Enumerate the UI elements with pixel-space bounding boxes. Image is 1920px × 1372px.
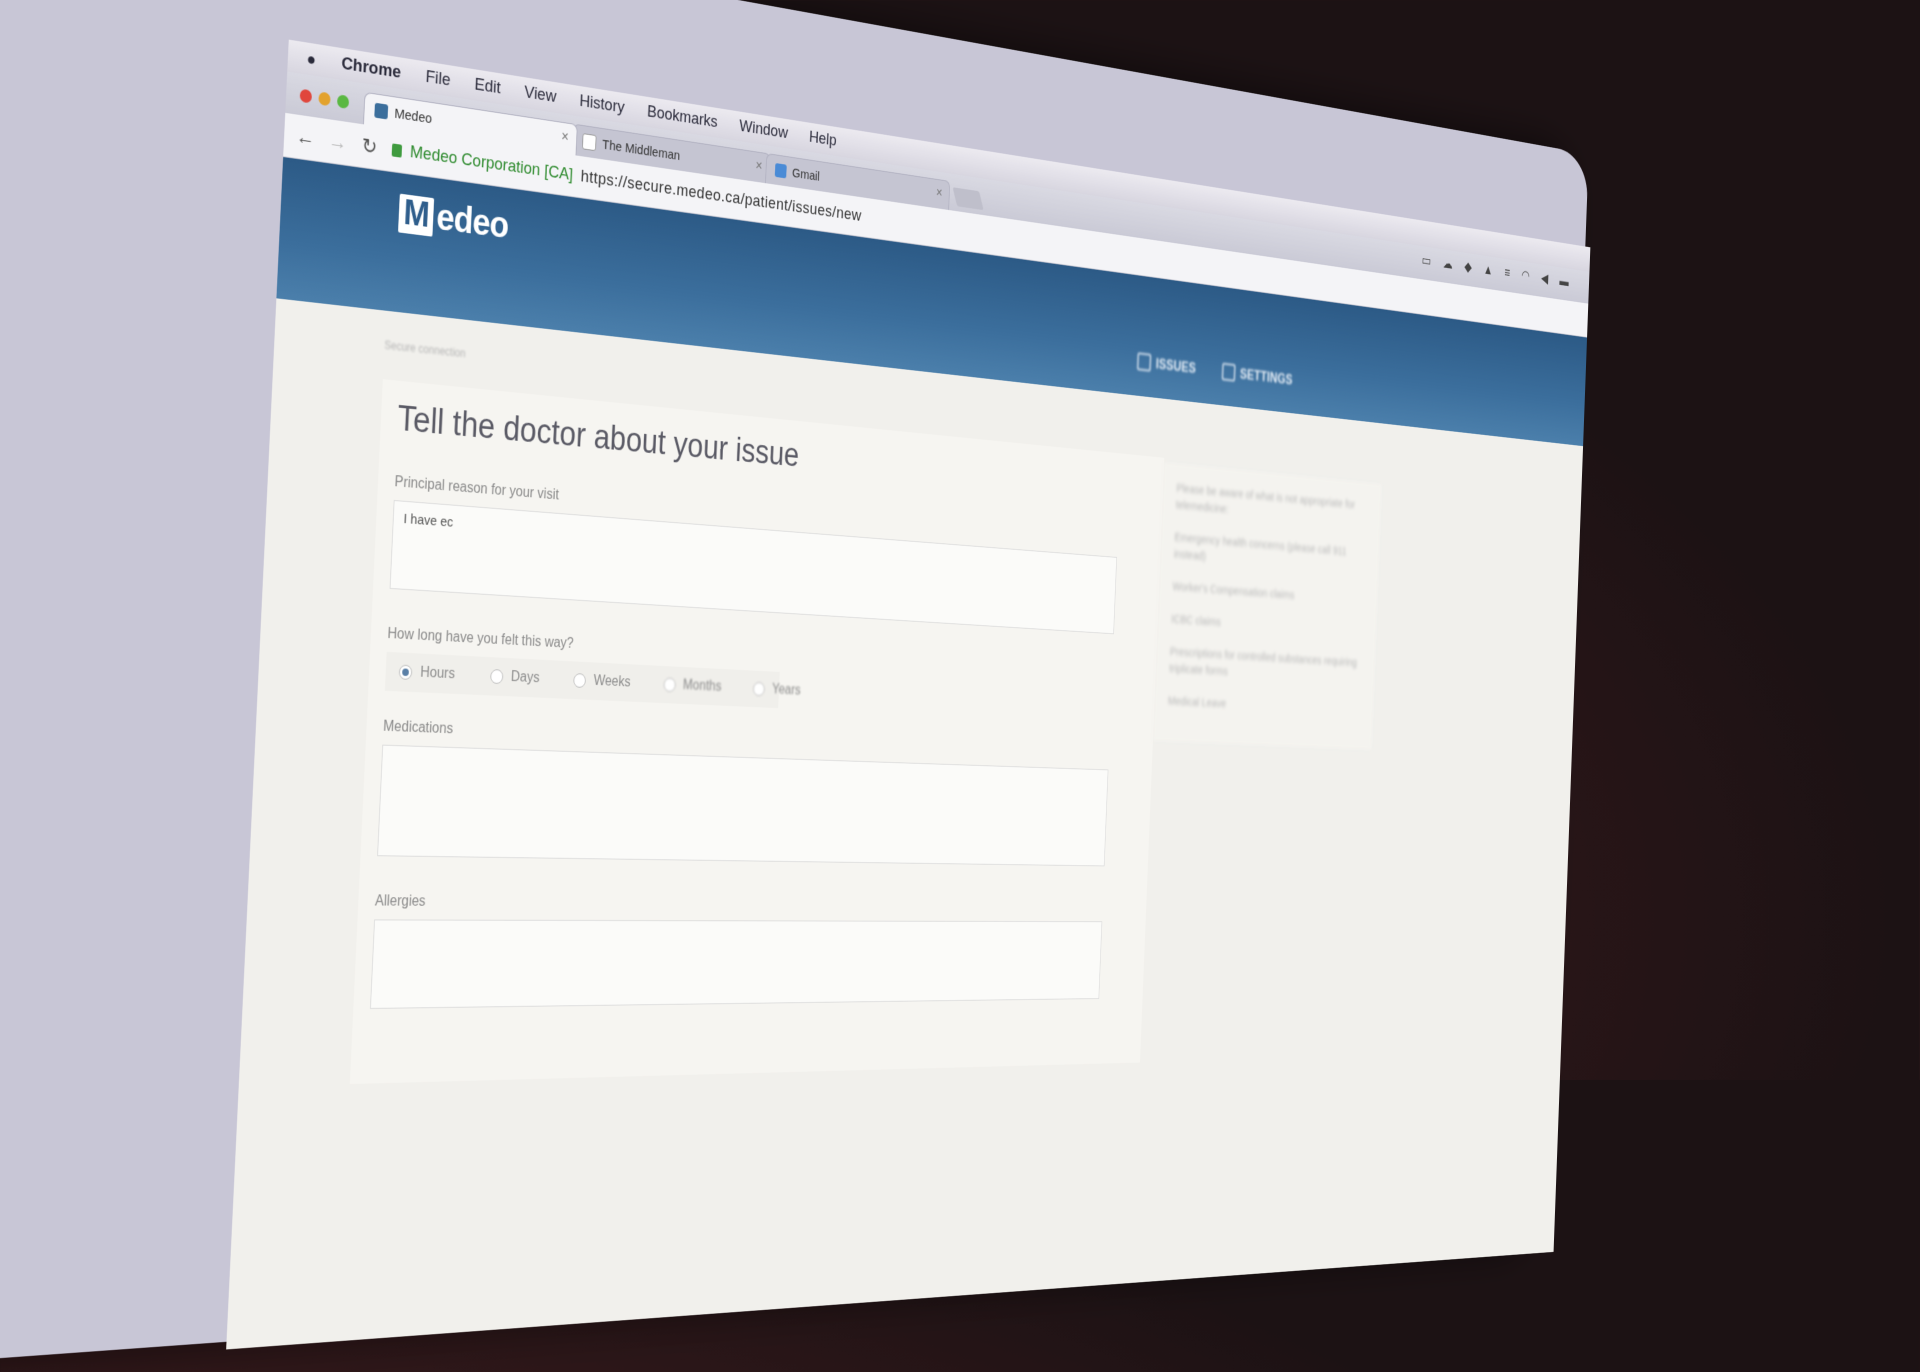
menu-history[interactable]: History — [579, 91, 625, 118]
nav-settings[interactable]: SETTINGS — [1221, 362, 1293, 389]
reload-icon[interactable]: ↻ — [360, 133, 379, 160]
menu-file[interactable]: File — [425, 67, 451, 91]
logo-text: edeo — [435, 196, 510, 247]
close-tab-icon[interactable]: × — [936, 186, 943, 202]
medeo-logo[interactable]: M edeo — [398, 192, 509, 247]
list-icon[interactable]: ≡ — [1504, 265, 1510, 281]
issues-icon — [1137, 352, 1152, 372]
radio-icon[interactable] — [663, 677, 676, 693]
radio-label: Years — [771, 681, 801, 698]
drive-icon[interactable]: ▲ — [1483, 262, 1493, 279]
duration-option-years[interactable]: Years — [753, 681, 801, 699]
menu-view[interactable]: View — [524, 83, 557, 108]
wifi-icon[interactable]: ◠ — [1521, 267, 1530, 284]
google-favicon-icon — [774, 163, 787, 179]
menu-help[interactable]: Help — [809, 128, 837, 151]
close-tab-icon[interactable]: × — [755, 158, 762, 174]
battery-icon[interactable]: ▬ — [1559, 273, 1569, 290]
issue-form: Tell the doctor about your issue Princip… — [349, 379, 1165, 1085]
tab-title: Gmail — [791, 165, 821, 184]
volume-icon[interactable]: ◀ — [1541, 270, 1549, 286]
radio-label: Days — [510, 669, 540, 686]
back-arrow-icon[interactable]: ← — [296, 124, 316, 151]
close-tab-icon[interactable]: × — [561, 129, 569, 146]
notice-line: Medical Leave — [1167, 694, 1227, 711]
notice-line: ICBC claims — [1170, 612, 1222, 630]
allergies-label: Allergies — [374, 893, 426, 910]
site-nav: ISSUES SETTINGS — [1137, 352, 1293, 388]
notice-line: Emergency health concerns (please call 9… — [1173, 530, 1347, 564]
nav-issues[interactable]: ISSUES — [1137, 352, 1196, 377]
medications-textarea[interactable] — [377, 744, 1109, 867]
laptop-screen: ● Chrome File Edit View History Bookmark… — [226, 39, 1591, 1350]
allergies-textarea[interactable] — [369, 919, 1103, 1009]
new-tab-button[interactable] — [952, 187, 984, 211]
radio-label: Hours — [419, 664, 456, 682]
notice-line: Worker's Compensation claims — [1172, 579, 1295, 603]
forward-arrow-icon[interactable]: → — [328, 129, 348, 156]
menu-app-name[interactable]: Chrome — [341, 54, 402, 84]
radio-icon[interactable] — [573, 673, 587, 688]
cloud-icon[interactable]: ☁ — [1443, 255, 1453, 272]
duration-radio-group: Hours Days Weeks Months Years — [384, 651, 801, 709]
page-favicon-icon — [582, 133, 597, 152]
minimize-window-button[interactable] — [318, 91, 331, 107]
nav-settings-label: SETTINGS — [1239, 365, 1293, 388]
duration-option-weeks[interactable]: Weeks — [573, 672, 631, 691]
notice-line: Prescriptions for controlled substances … — [1168, 644, 1358, 679]
duration-option-hours[interactable]: Hours — [398, 664, 456, 683]
telemedicine-notice: Please be aware of what is not appropria… — [1152, 462, 1382, 750]
radio-icon[interactable] — [489, 669, 504, 685]
nav-issues-label: ISSUES — [1155, 355, 1197, 376]
medeo-favicon-icon — [374, 102, 389, 120]
menu-edit[interactable]: Edit — [474, 75, 501, 99]
apple-icon[interactable]: ● — [306, 49, 316, 70]
screen-icon[interactable]: ▭ — [1421, 252, 1431, 269]
zoom-window-button[interactable] — [336, 94, 350, 110]
dropbox-icon[interactable]: ◆ — [1464, 259, 1472, 276]
laptop-bezel: ● Chrome File Edit View History Bookmark… — [0, 0, 1591, 1364]
radio-label: Weeks — [593, 673, 631, 691]
radio-icon[interactable] — [753, 681, 766, 697]
menu-window[interactable]: Window — [739, 117, 788, 144]
notice-line: Please be aware of what is not appropria… — [1175, 481, 1356, 517]
logo-letter: M — [398, 193, 435, 237]
radio-selected-icon[interactable] — [398, 664, 413, 680]
radio-label: Months — [682, 677, 722, 695]
lock-icon — [391, 143, 403, 158]
duration-option-days[interactable]: Days — [489, 668, 540, 687]
close-window-button[interactable] — [299, 88, 313, 104]
settings-icon — [1221, 362, 1236, 382]
window-controls — [299, 88, 350, 110]
tab-title: Medeo — [394, 105, 433, 127]
reason-textarea[interactable]: I have ec — [389, 500, 1118, 635]
duration-option-months[interactable]: Months — [663, 677, 722, 696]
tab-title: The Middleman — [601, 136, 681, 164]
